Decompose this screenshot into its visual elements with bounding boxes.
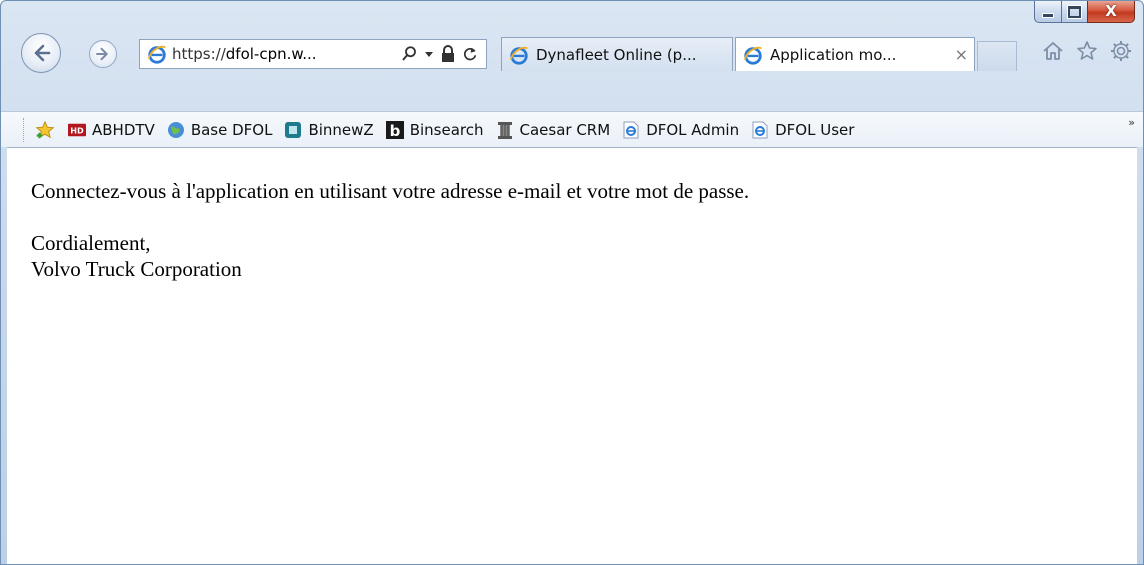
forward-button[interactable] (89, 40, 117, 68)
close-tab-icon[interactable]: × (955, 45, 968, 64)
close-window-button[interactable]: X (1087, 1, 1135, 23)
favorite-base-dfol[interactable]: Base DFOL (167, 120, 273, 139)
favorites-star-icon[interactable] (1075, 39, 1099, 63)
gear-icon[interactable] (1109, 39, 1133, 63)
close-icon: X (1105, 2, 1117, 20)
address-scheme: https:// (172, 45, 226, 63)
favorite-caesar-crm[interactable]: Caesar CRM (496, 120, 611, 139)
tab-label: Application mo... (770, 45, 897, 64)
favorites-add-icon (35, 120, 55, 138)
forward-arrow-icon (96, 47, 108, 61)
ie-page-icon (622, 121, 640, 139)
closing-greeting: Cordialement, (31, 231, 151, 255)
dropdown-icon[interactable] (424, 49, 434, 59)
minimize-button[interactable] (1034, 1, 1062, 23)
favorites-center-button[interactable] (34, 119, 56, 141)
new-tab-button[interactable] (977, 41, 1017, 71)
svg-text:b: b (389, 122, 400, 139)
favorites-overflow-chevron-icon[interactable]: » (1128, 116, 1135, 129)
ie-logo-icon (146, 43, 168, 65)
back-button[interactable] (21, 33, 61, 73)
page-content: Connectez-vous à l'application en utilis… (7, 147, 1137, 564)
signature: Volvo Truck Corporation (31, 257, 242, 281)
binnewz-icon (284, 121, 302, 139)
lock-icon[interactable] (440, 45, 456, 63)
browser-window: X https://dfol-cpn.w... Dynafleet Online… (0, 0, 1144, 565)
svg-text:HD: HD (70, 125, 84, 135)
pillar-icon (496, 121, 514, 139)
favorite-label: BinnewZ (308, 120, 374, 139)
tab-label: Dynafleet Online (p... (536, 45, 697, 64)
address-host: dfol-cpn.w... (225, 45, 317, 63)
maximize-button[interactable] (1061, 1, 1088, 23)
tab-dynafleet[interactable]: Dynafleet Online (p... (501, 37, 733, 71)
favorites-bar: HD ABHDTV Base DFOL BinnewZ b Binsearch … (1, 111, 1143, 147)
caption-buttons: X (1034, 1, 1135, 25)
address-bar[interactable]: https://dfol-cpn.w... (139, 39, 487, 69)
favorite-binnewz[interactable]: BinnewZ (284, 120, 374, 139)
refresh-icon[interactable] (462, 45, 478, 63)
favorite-label: Caesar CRM (519, 120, 611, 139)
favorite-label: Base DFOL (190, 120, 273, 139)
ie-logo-icon (742, 44, 764, 66)
favorite-binsearch[interactable]: b Binsearch (385, 120, 484, 139)
b-icon: b (385, 120, 404, 139)
maximize-icon (1068, 5, 1081, 18)
search-icon[interactable] (400, 45, 418, 63)
favorite-label: ABHDTV (92, 120, 155, 139)
favorite-abhdtv[interactable]: HD ABHDTV (68, 121, 155, 139)
ie-page-icon (751, 121, 769, 139)
address-text: https://dfol-cpn.w... (172, 45, 400, 63)
favorite-label: Binsearch (409, 120, 484, 139)
toolbar-icons (1041, 39, 1133, 63)
home-icon[interactable] (1041, 39, 1065, 63)
hd-icon: HD (68, 121, 86, 139)
favorite-dfol-admin[interactable]: DFOL Admin (622, 121, 739, 139)
login-instructions: Connectez-vous à l'application en utilis… (31, 179, 750, 203)
tab-application[interactable]: Application mo... × (735, 37, 975, 71)
ie-logo-icon (508, 44, 530, 66)
minimize-icon (1042, 13, 1054, 18)
favorite-dfol-user[interactable]: DFOL User (751, 121, 854, 139)
toolbar-grip[interactable] (23, 117, 26, 142)
globe-icon (167, 121, 185, 139)
favorite-label: DFOL Admin (646, 120, 740, 139)
favorite-label: DFOL User (775, 120, 855, 139)
navigation-row: https://dfol-cpn.w... Dynafleet Online (… (15, 31, 1143, 75)
back-arrow-icon (34, 44, 51, 62)
address-icons (400, 45, 478, 63)
